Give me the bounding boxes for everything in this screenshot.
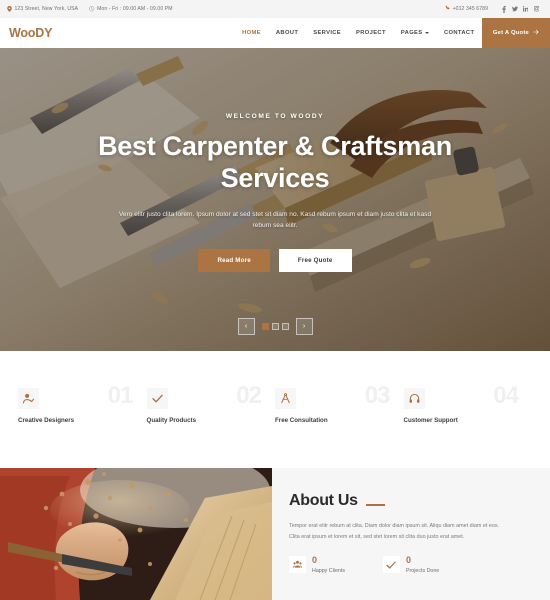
feature-number: 01 <box>107 381 134 409</box>
free-quote-button[interactable]: Free Quote <box>278 248 352 272</box>
nav-item-project[interactable]: PROJECT <box>349 30 394 36</box>
nav-item-about[interactable]: ABOUT <box>268 30 305 36</box>
hero-carousel: WELCOME TO WOODY Best Carpenter & Crafts… <box>0 48 550 351</box>
get-a-quote-button[interactable]: Get A Quote <box>481 18 550 48</box>
carousel-dot-1[interactable] <box>261 323 269 330</box>
carousel-next-button[interactable]: › <box>295 318 313 335</box>
carousel-prev-button[interactable]: ‹ <box>237 318 255 335</box>
clock-icon <box>89 6 95 12</box>
nav-menu: HOME ABOUT SERVICE PROJECT PAGES CONTACT <box>235 18 482 48</box>
stat-body: 0 Happy Clients <box>312 555 345 575</box>
feature-number: 03 <box>364 381 391 409</box>
facebook-icon[interactable] <box>498 0 509 18</box>
nav-item-contact-label: CONTACT <box>444 30 475 36</box>
feature-label: Quality Products <box>146 416 197 424</box>
nav-item-pages-label: PAGES <box>400 30 423 36</box>
feature-number: 02 <box>236 381 262 409</box>
hero-title: Best Carpenter & Craftsman Services <box>98 131 452 194</box>
user-check-icon <box>18 387 39 409</box>
users-icon <box>289 556 306 574</box>
navbar-right: HOME ABOUT SERVICE PROJECT PAGES CONTACT… <box>235 18 550 48</box>
features-section: 01 Creative Designers 02 Quality Product… <box>0 351 550 468</box>
feature-creative-designers[interactable]: 01 Creative Designers <box>18 381 147 436</box>
about-stats: 0 Happy Clients 0 Projects Done <box>289 556 550 574</box>
page-title: About Us <box>289 492 358 509</box>
phone-icon <box>445 5 450 12</box>
nav-item-pages[interactable]: PAGES <box>393 30 436 36</box>
feature-customer-support[interactable]: 04 Customer Support <box>403 381 533 436</box>
address-item: 123 Street, New York, USA <box>7 6 78 12</box>
site-logo[interactable]: WooDY <box>9 18 52 48</box>
about-content: About Us Tempor erat elitr rebum at clit… <box>272 468 550 600</box>
hero-buttons: Read More Free Quote <box>198 248 352 272</box>
nav-item-contact[interactable]: CONTACT <box>437 30 482 36</box>
hero-description: Vero elitr justo clita lorem. Ipsum dolo… <box>118 211 432 230</box>
nav-item-home[interactable]: HOME <box>235 30 269 36</box>
carousel-controls: ‹ › <box>0 318 550 335</box>
stat-value: 0 <box>312 555 318 566</box>
navbar: WooDY HOME ABOUT SERVICE PROJECT PAGES C… <box>0 18 550 48</box>
check-icon <box>382 556 400 574</box>
headphones-icon <box>403 387 425 409</box>
feature-number: 04 <box>493 381 519 409</box>
linkedin-icon[interactable] <box>520 0 531 18</box>
stat-value: 0 <box>405 555 411 566</box>
nav-item-service[interactable]: SERVICE <box>306 30 349 36</box>
top-bar-right: +012 345 6789 <box>445 0 542 18</box>
get-a-quote-label: Get A Quote <box>492 30 529 36</box>
phone-text: +012 345 6789 <box>452 6 488 12</box>
nav-item-service-label: SERVICE <box>313 30 342 36</box>
feature-free-consultation[interactable]: 03 Free Consultation <box>275 381 404 436</box>
nav-item-home-label: HOME <box>242 30 261 36</box>
top-bar-left: 123 Street, New York, USA Mon - Fri : 09… <box>7 6 173 12</box>
carousel-indicators <box>261 323 289 330</box>
about-image <box>0 468 272 600</box>
address-text: 123 Street, New York, USA <box>14 6 79 12</box>
nav-item-project-label: PROJECT <box>356 30 386 36</box>
stat-label: Projects Done <box>405 568 440 575</box>
hero-content: WELCOME TO WOODY Best Carpenter & Crafts… <box>0 48 550 351</box>
carousel-dot-2[interactable] <box>271 323 279 330</box>
hero-welcome-text: WELCOME TO WOODY <box>225 113 325 121</box>
read-more-button[interactable]: Read More <box>198 248 270 272</box>
arrow-right-icon <box>533 29 539 37</box>
stat-happy-clients: 0 Happy Clients <box>289 556 345 574</box>
twitter-icon[interactable] <box>509 0 520 18</box>
chevron-down-icon <box>425 32 429 34</box>
hours-item: Mon - Fri : 09.00 AM - 09.00 PM <box>89 6 173 12</box>
location-pin-icon <box>7 6 12 12</box>
phone-item[interactable]: +012 345 6789 <box>445 5 488 12</box>
drafting-compass-icon <box>275 387 296 409</box>
nav-item-about-label: ABOUT <box>275 30 299 36</box>
feature-quality-products[interactable]: 02 Quality Products <box>146 381 276 436</box>
stat-body: 0 Projects Done <box>405 555 440 575</box>
about-section: About Us Tempor erat elitr rebum at clit… <box>0 468 550 600</box>
about-heading: About Us <box>289 493 550 509</box>
stat-projects-done: 0 Projects Done <box>382 555 440 575</box>
stat-label: Happy Clients <box>312 568 345 575</box>
check-icon <box>146 387 168 409</box>
feature-label: Free Consultation <box>275 416 328 424</box>
carousel-dot-3[interactable] <box>281 323 289 330</box>
top-bar: 123 Street, New York, USA Mon - Fri : 09… <box>0 0 550 18</box>
hours-text: Mon - Fri : 09.00 AM - 09.00 PM <box>97 6 173 12</box>
about-description: Tempor erat elitr rebum at clita. Diam d… <box>289 523 500 540</box>
feature-label: Customer Support <box>403 416 458 424</box>
feature-label: Creative Designers <box>18 416 75 424</box>
heading-accent-dash <box>365 503 385 506</box>
instagram-icon[interactable] <box>531 0 542 18</box>
